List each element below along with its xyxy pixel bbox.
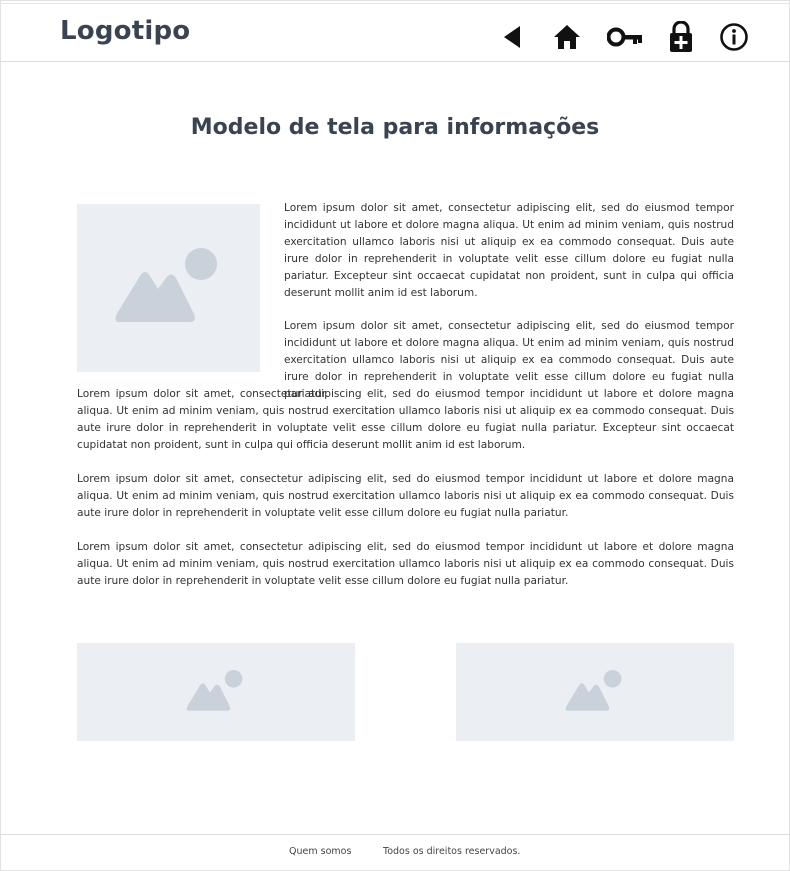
- page-title: Modelo de tela para informações: [190, 115, 600, 140]
- image-icon: [565, 670, 622, 711]
- image-placeholder-right: [456, 643, 734, 741]
- footer-link-about[interactable]: Quem somos: [289, 846, 351, 857]
- info-icon[interactable]: [719, 22, 749, 52]
- image-placeholder-left: [77, 643, 355, 741]
- footer-rights: Todos os direitos reservados.: [383, 846, 521, 857]
- key-icon[interactable]: [606, 22, 644, 52]
- logo[interactable]: Logotipo: [60, 16, 190, 46]
- paragraph-4: Lorem ipsum dolor sit amet, consectetur …: [77, 473, 734, 519]
- paragraph-1: Lorem ipsum dolor sit amet, consectetur …: [284, 202, 734, 299]
- top-bar: Logotipo: [0, 3, 790, 62]
- home-icon[interactable]: [552, 22, 582, 52]
- image-icon: [115, 248, 217, 322]
- lock-add-icon[interactable]: [666, 21, 696, 52]
- back-icon[interactable]: [497, 22, 527, 52]
- paragraph-5: Lorem ipsum dolor sit amet, consectetur …: [77, 541, 734, 587]
- image-placeholder-main: [77, 204, 260, 372]
- paragraph-3: Lorem ipsum dolor sit amet, consectetur …: [77, 388, 734, 451]
- image-icon: [186, 670, 243, 711]
- footer: Quem somos Todos os direitos reservados.: [0, 834, 790, 871]
